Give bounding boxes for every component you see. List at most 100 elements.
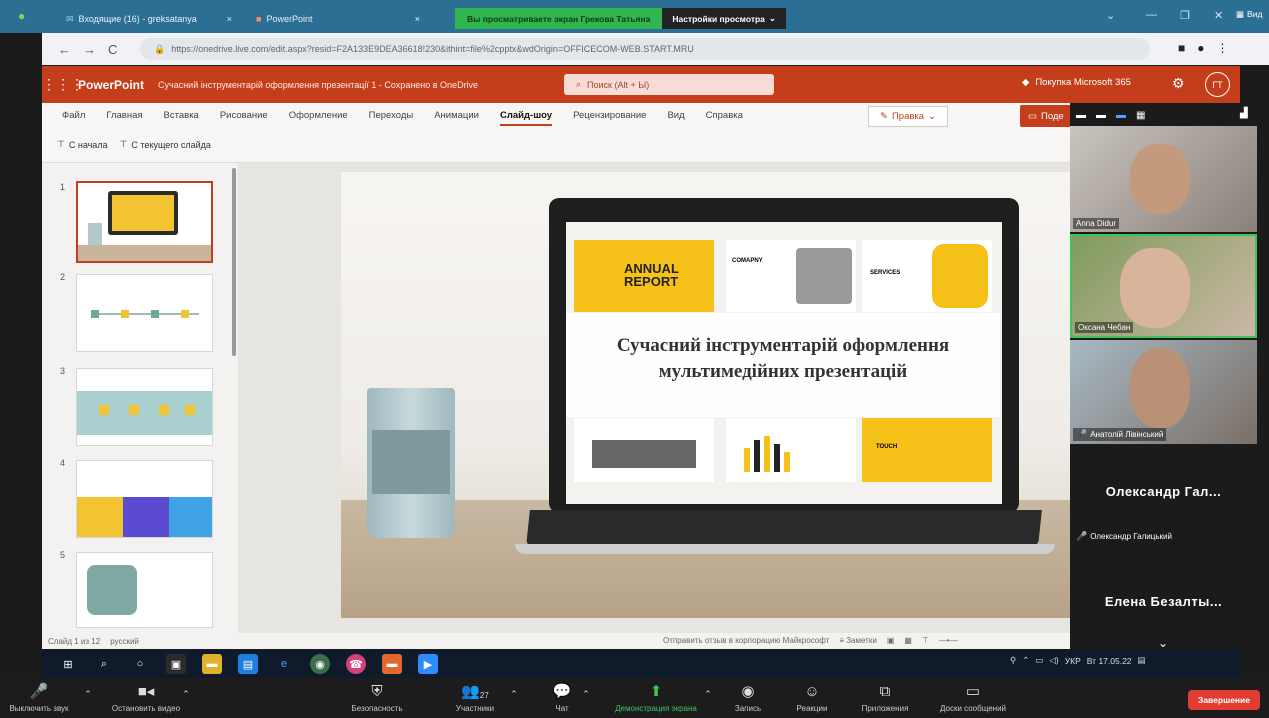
extension-icon[interactable]: ■ xyxy=(1178,41,1185,55)
tab-view[interactable]: Вид xyxy=(667,110,684,126)
close-icon[interactable]: ✕ xyxy=(1214,9,1223,22)
participants-options[interactable]: ⌃ xyxy=(506,678,522,718)
close-icon[interactable]: × xyxy=(415,14,420,24)
video-options[interactable]: ⌃ xyxy=(178,678,194,718)
gear-icon[interactable]: ⚙ xyxy=(1172,75,1185,92)
tab-draw[interactable]: Рисование xyxy=(220,110,268,126)
slide-thumbnail-4[interactable] xyxy=(76,460,213,538)
notes-button[interactable]: ≡ Заметки xyxy=(839,636,877,645)
minimize-icon[interactable]: — xyxy=(1146,9,1157,21)
view-options-button[interactable]: Настройки просмотра ⌄ xyxy=(662,8,787,29)
participant-video-tile[interactable]: Anna Didur xyxy=(1070,126,1257,232)
chat-button[interactable]: 💬 Чат xyxy=(542,678,582,718)
participant-video-tile-speaking[interactable]: Оксана Чебан xyxy=(1070,234,1257,338)
layout-icon[interactable]: ▬ xyxy=(1076,110,1086,121)
whiteboards-button[interactable]: ▭ Доски сообщений xyxy=(928,678,1018,718)
windows-start-icon[interactable]: ⊞ xyxy=(58,654,78,674)
slide-thumbnail-1[interactable] xyxy=(76,181,213,263)
zoom-slider[interactable]: —•— xyxy=(939,636,958,645)
back-icon[interactable]: ← xyxy=(58,42,71,57)
viber-icon[interactable]: ☎ xyxy=(346,654,366,674)
mute-options[interactable]: ⌃ xyxy=(80,678,96,718)
person-icon[interactable]: ⚲ xyxy=(1010,655,1016,666)
chevron-down-icon[interactable]: ⌄ xyxy=(1106,9,1115,22)
profile-icon[interactable]: ● xyxy=(1197,41,1204,55)
tab-insert[interactable]: Вставка xyxy=(164,110,199,126)
tab-file[interactable]: Файл xyxy=(62,110,85,126)
slide-thumbnail-2[interactable] xyxy=(76,274,213,352)
annual-report-card: ANNUAL REPORT xyxy=(574,240,714,312)
share-screen-button[interactable]: ⬆ Демонстрация экрана xyxy=(600,678,712,718)
powerpoint-app-icon[interactable]: ▬ xyxy=(382,654,402,674)
tab-review[interactable]: Рецензирование xyxy=(573,110,646,126)
sorter-view-icon[interactable]: ▦ xyxy=(904,636,912,645)
chat-options[interactable]: ⌃ xyxy=(578,678,594,718)
participant-video-tile[interactable]: 🎤 Анатолій Лівінський xyxy=(1070,340,1257,444)
close-icon[interactable]: × xyxy=(227,14,232,24)
slide-counter: Слайд 1 из 12 xyxy=(48,636,101,646)
browser-tab-powerpoint[interactable]: ■ PowerPoint × xyxy=(248,7,428,31)
tab-animations[interactable]: Анимации xyxy=(434,110,479,126)
network-icon[interactable]: ▭ xyxy=(1035,655,1043,666)
layout-icon[interactable]: ▬ xyxy=(1096,110,1106,121)
app-launcher-icon[interactable]: ⋮⋮⋮ xyxy=(42,76,84,93)
notifications-icon[interactable]: ▤ xyxy=(1138,655,1146,666)
clock-date[interactable]: Вт 17.05.22 xyxy=(1087,656,1132,666)
screen-shape xyxy=(112,195,174,231)
language-indicator[interactable]: УКР xyxy=(1065,656,1081,666)
present-button[interactable]: ▭ Поде xyxy=(1020,105,1075,127)
forward-icon[interactable]: → xyxy=(83,42,96,57)
participant-name-tile[interactable]: Олександр Гал... 🎤 Олександр Галицький xyxy=(1070,446,1257,546)
task-view-icon[interactable]: ○ xyxy=(130,654,150,674)
slide-thumbnail-5[interactable] xyxy=(76,552,213,628)
address-bar[interactable]: 🔒 https://onedrive.live.com/edit.aspx?re… xyxy=(140,38,1150,60)
feedback-link[interactable]: Отправить отзыв в корпорацию Майкрософт xyxy=(663,636,829,645)
tab-transitions[interactable]: Переходы xyxy=(369,110,414,126)
edge-icon[interactable]: e xyxy=(274,654,294,674)
reload-icon[interactable]: C xyxy=(108,42,117,57)
tab-home[interactable]: Главная xyxy=(106,110,142,126)
file-explorer-icon[interactable]: ▬ xyxy=(202,654,222,674)
tab-slideshow[interactable]: Слайд-шоу xyxy=(499,110,553,126)
buy-microsoft365-link[interactable]: ◆ Покупка Microsoft 365 xyxy=(1022,77,1131,88)
store-icon[interactable]: ▣ xyxy=(166,654,186,674)
title-box[interactable]: Сучасний інструментарій оформлення мульт… xyxy=(566,313,1000,417)
chevron-up-icon[interactable]: ⌃ xyxy=(1022,655,1029,666)
restore-icon[interactable]: ❐ xyxy=(1180,9,1190,22)
record-button[interactable]: ◉ Запись xyxy=(728,678,768,718)
search-input[interactable]: ⌕ Поиск (Alt + Ы) xyxy=(564,74,774,95)
panel-scrollbar[interactable] xyxy=(232,168,236,356)
security-button[interactable]: ⛨ Безопасность xyxy=(340,678,414,718)
search-icon[interactable]: ⌕ xyxy=(94,654,114,674)
document-title[interactable]: Сучасний інструментарій оформлення презе… xyxy=(158,80,478,90)
share-options[interactable]: ⌃ xyxy=(700,678,716,718)
from-current-slide-button[interactable]: ⊤ С текущего слайда xyxy=(120,139,211,150)
volume-icon[interactable]: ◁) xyxy=(1049,655,1058,666)
chrome-icon[interactable]: ◉ xyxy=(310,654,330,674)
more-icon[interactable]: ⋮ xyxy=(1217,41,1229,55)
zoom-icon[interactable]: ▶ xyxy=(418,654,438,674)
participants-button[interactable]: 👥 27 Участники xyxy=(440,678,510,718)
avatar[interactable]: ГТ xyxy=(1205,72,1230,97)
view-toggle-icon[interactable]: ▟ xyxy=(1240,108,1248,119)
reading-view-icon[interactable]: ⊤ xyxy=(922,636,929,645)
mail-icon[interactable]: ▤ xyxy=(238,654,258,674)
layout-icon[interactable]: ▬ xyxy=(1116,110,1126,121)
browser-tab-mail[interactable]: ✉ Входящие (16) - greksatanya × xyxy=(58,7,240,31)
normal-view-icon[interactable]: ▣ xyxy=(887,636,895,645)
editing-mode-button[interactable]: ✎ Правка ⌄ xyxy=(868,106,948,127)
reactions-button[interactable]: ☺ Реакции xyxy=(790,678,834,718)
app-name[interactable]: PowerPoint xyxy=(78,78,144,92)
language-indicator[interactable]: русский xyxy=(110,637,139,646)
slide-thumbnail-3[interactable] xyxy=(76,368,213,446)
grid-icon[interactable]: ▦ xyxy=(1136,110,1145,121)
from-beginning-button[interactable]: ⊤ С начала xyxy=(57,139,108,150)
tab-help[interactable]: Справка xyxy=(706,110,743,126)
apps-button[interactable]: ⧉ Приложения xyxy=(850,678,920,718)
chevron-down-icon[interactable]: ⌄ xyxy=(1158,636,1168,650)
view-menu[interactable]: ▦ Вид xyxy=(1236,9,1262,20)
mute-button[interactable]: 🎤 Выключить звук xyxy=(4,678,74,718)
tab-design[interactable]: Оформление xyxy=(289,110,348,126)
end-meeting-button[interactable]: Завершение xyxy=(1188,690,1260,710)
participant-name-tile[interactable]: Елена Безалты... xyxy=(1070,554,1257,634)
